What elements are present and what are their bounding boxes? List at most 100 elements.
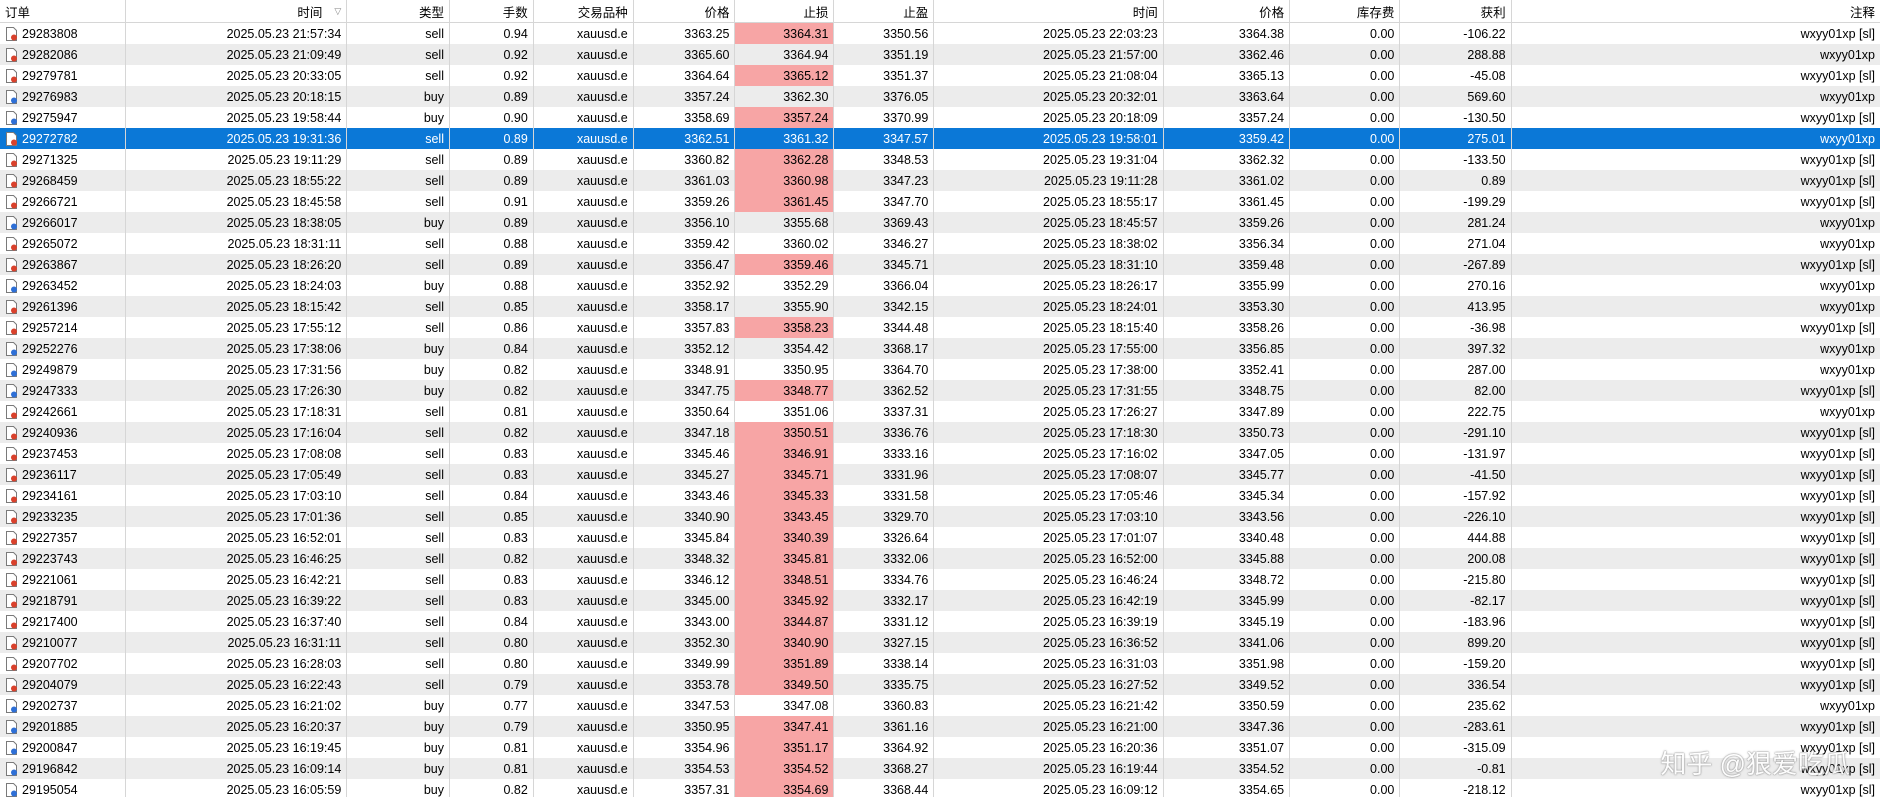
cell-text: 2025.05.23 16:31:03 — [1043, 656, 1158, 671]
table-row[interactable]: 29242661 2025.05.23 17:18:31 sell 0.81 xauus… — [0, 401, 1880, 422]
table-row[interactable]: 29201885 2025.05.23 16:20:37 buy 0.79 xauusd… — [0, 716, 1880, 737]
table-row[interactable]: 29237453 2025.05.23 17:08:08 sell 0.83 xauus… — [0, 443, 1880, 464]
cell-text: 29195054 — [22, 782, 78, 797]
table-row[interactable]: 29275947 2025.05.23 19:58:44 buy 0.90 xauusd… — [0, 107, 1880, 128]
table-row[interactable]: 29257214 2025.05.23 17:55:12 sell 0.86 xauus… — [0, 317, 1880, 338]
table-row[interactable]: 29266017 2025.05.23 18:38:05 buy 0.89 xauusd… — [0, 212, 1880, 233]
cell-text: 3345.84 — [684, 530, 730, 545]
table-row[interactable]: 29195054 2025.05.23 16:05:59 buy 0.82 xauusd… — [0, 779, 1880, 797]
cell-lots: 0.88 — [450, 275, 534, 296]
table-row[interactable]: 29240936 2025.05.23 17:16:04 sell 0.82 xauus… — [0, 422, 1880, 443]
cell-text: 235.62 — [1467, 698, 1506, 713]
table-row[interactable]: 29218791 2025.05.23 16:39:22 sell 0.83 xauus… — [0, 590, 1880, 611]
header-open-price[interactable]: 价格 — [634, 0, 736, 22]
cell-text: 3352.30 — [684, 635, 730, 650]
header-tp[interactable]: 止盈 — [834, 0, 935, 22]
header-type[interactable]: 类型 — [347, 0, 450, 22]
table-row[interactable]: 29263867 2025.05.23 18:26:20 sell 0.89 xauus… — [0, 254, 1880, 275]
header-close-time[interactable]: 时间 — [934, 0, 1164, 22]
cell-text: 3343.46 — [684, 488, 730, 503]
table-row[interactable]: 29268459 2025.05.23 18:55:22 sell 0.89 xauus… — [0, 170, 1880, 191]
cell-text: xauusd.e — [576, 278, 628, 293]
cell-type: buy — [347, 86, 450, 107]
cell-text: 2025.05.23 16:20:36 — [1043, 740, 1158, 755]
cell-text: buy — [423, 740, 444, 755]
table-row[interactable]: 29271325 2025.05.23 19:11:29 sell 0.89 xauus… — [0, 149, 1880, 170]
cell-text: 0.00 — [1370, 572, 1395, 587]
cell-open-time: 2025.05.23 16:42:21 — [126, 569, 348, 590]
cell-text: 3352.92 — [684, 278, 730, 293]
cell-sl: 3360.02 — [735, 233, 835, 254]
table-row[interactable]: 29200847 2025.05.23 16:19:45 buy 0.81 xauusd… — [0, 737, 1880, 758]
cell-sl: 3347.08 — [735, 695, 835, 716]
table-row[interactable]: 29223743 2025.05.23 16:46:25 sell 0.82 xauus… — [0, 548, 1880, 569]
table-row[interactable]: 29207702 2025.05.23 16:28:03 sell 0.80 xauus… — [0, 653, 1880, 674]
cell-text: 29218791 — [22, 593, 78, 608]
header-lots[interactable]: 手数 — [450, 0, 534, 22]
table-row[interactable]: 29265072 2025.05.23 18:31:11 sell 0.88 xauus… — [0, 233, 1880, 254]
table-row[interactable]: 29233235 2025.05.23 17:01:36 sell 0.85 xauus… — [0, 506, 1880, 527]
table-row[interactable]: 29236117 2025.05.23 17:05:49 sell 0.83 xauus… — [0, 464, 1880, 485]
header-sl[interactable]: 止损 — [735, 0, 835, 22]
table-row[interactable]: 29261396 2025.05.23 18:15:42 sell 0.85 xauus… — [0, 296, 1880, 317]
header-comment[interactable]: 注释 — [1512, 0, 1880, 22]
table-row[interactable]: 29266721 2025.05.23 18:45:58 sell 0.91 xauus… — [0, 191, 1880, 212]
table-row[interactable]: 29202737 2025.05.23 16:21:02 buy 0.77 xauusd… — [0, 695, 1880, 716]
cell-open-price: 3345.00 — [634, 590, 736, 611]
table-row[interactable]: 29196842 2025.05.23 16:09:14 buy 0.81 xauusd… — [0, 758, 1880, 779]
cell-swap: 0.00 — [1290, 716, 1401, 737]
cell-text: 3345.27 — [684, 467, 730, 482]
cell-close-time: 2025.05.23 19:31:04 — [934, 149, 1164, 170]
table-row[interactable]: 29249879 2025.05.23 17:31:56 buy 0.82 xauusd… — [0, 359, 1880, 380]
cell-close-time: 2025.05.23 16:52:00 — [934, 548, 1164, 569]
table-row[interactable]: 29221061 2025.05.23 16:42:21 sell 0.83 xauus… — [0, 569, 1880, 590]
table-row[interactable]: 29247333 2025.05.23 17:26:30 buy 0.82 xauusd… — [0, 380, 1880, 401]
table-row[interactable]: 29234161 2025.05.23 17:03:10 sell 0.84 xauus… — [0, 485, 1880, 506]
cell-text: 3332.06 — [883, 551, 929, 566]
table-row[interactable]: 29210077 2025.05.23 16:31:11 sell 0.80 xauus… — [0, 632, 1880, 653]
cell-text: 0.86 — [503, 320, 528, 335]
cell-text: 3362.51 — [684, 131, 730, 146]
cell-order: 29202737 — [0, 695, 127, 716]
cell-profit: -159.20 — [1400, 653, 1512, 674]
cell-open-time: 2025.05.23 16:21:02 — [126, 695, 348, 716]
cell-profit: -315.09 — [1400, 737, 1512, 758]
cell-profit: -267.89 — [1400, 254, 1512, 275]
header-swap[interactable]: 库存费 — [1290, 0, 1401, 22]
cell-swap: 0.00 — [1290, 548, 1401, 569]
buy-order-icon — [6, 782, 17, 797]
cell-text: xauusd.e — [576, 530, 628, 545]
header-close-price[interactable]: 价格 — [1164, 0, 1291, 22]
table-row[interactable]: 29283808 2025.05.23 21:57:34 sell 0.94 xauus… — [0, 23, 1880, 44]
table-row[interactable]: 29263452 2025.05.23 18:24:03 buy 0.88 xauusd… — [0, 275, 1880, 296]
cell-comment: wxyy01xp [sl] — [1512, 527, 1880, 548]
table-row[interactable]: 29204079 2025.05.23 16:22:43 sell 0.79 xauus… — [0, 674, 1880, 695]
cell-close-time: 2025.05.23 20:18:09 — [934, 107, 1164, 128]
cell-text: xauusd.e — [576, 320, 628, 335]
cell-text: -131.97 — [1463, 446, 1506, 461]
cell-swap: 0.00 — [1290, 674, 1401, 695]
table-row[interactable]: 29276983 2025.05.23 20:18:15 buy 0.89 xauusd… — [0, 86, 1880, 107]
cell-text: -315.09 — [1463, 740, 1506, 755]
buy-order-icon — [6, 761, 17, 776]
cell-close-time: 2025.05.23 16:09:12 — [934, 779, 1164, 797]
header-order[interactable]: 订单 — [0, 0, 127, 22]
table-row[interactable]: 29217400 2025.05.23 16:37:40 sell 0.84 xauus… — [0, 611, 1880, 632]
table-row[interactable]: 29252276 2025.05.23 17:38:06 buy 0.84 xauusd… — [0, 338, 1880, 359]
header-profit[interactable]: 获利 — [1400, 0, 1512, 22]
cell-open-time: 2025.05.23 16:22:43 — [126, 674, 348, 695]
header-symbol[interactable]: 交易品种 — [534, 0, 634, 22]
table-row[interactable]: 29279781 2025.05.23 20:33:05 sell 0.92 xauus… — [0, 65, 1880, 86]
cell-text: 3362.52 — [883, 383, 929, 398]
cell-profit: 899.20 — [1400, 632, 1512, 653]
table-row[interactable]: 29227357 2025.05.23 16:52:01 sell 0.83 xauus… — [0, 527, 1880, 548]
cell-order: 29252276 — [0, 338, 127, 359]
cell-type: sell — [347, 65, 450, 86]
header-open-time[interactable]: 时间 ▽ — [126, 0, 348, 22]
table-row[interactable]: 29272782 2025.05.23 19:31:36 sell 0.89 xauus… — [0, 128, 1880, 149]
cell-text: 3362.46 — [1238, 47, 1285, 62]
cell-comment: wxyy01xp [sl] — [1512, 254, 1880, 275]
cell-profit: 271.04 — [1400, 233, 1512, 254]
table-row[interactable]: 29282086 2025.05.23 21:09:49 sell 0.92 xauus… — [0, 44, 1880, 65]
cell-open-time: 2025.05.23 17:05:49 — [126, 464, 348, 485]
